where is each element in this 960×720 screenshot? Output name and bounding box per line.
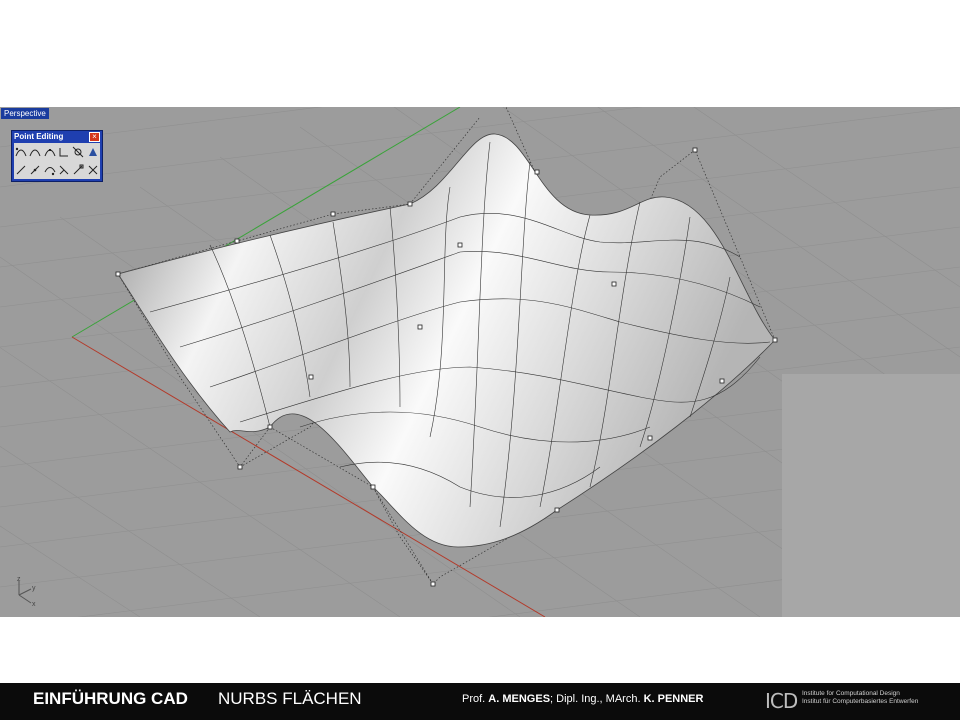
nurbs-surface: [117, 133, 776, 548]
logo-line-2: Institut für Computerbasiertes Entwerfen: [802, 698, 919, 705]
close-icon[interactable]: ×: [89, 132, 100, 142]
axis-y-label: y: [32, 585, 36, 592]
credits: Prof. A. MENGES; Dipl. Ing., MArch. K. P…: [462, 693, 703, 705]
icd-logo: ICD Institute for Computational Design I…: [765, 687, 955, 715]
smooth-icon[interactable]: [14, 161, 28, 179]
viewport-label[interactable]: Perspective: [1, 108, 49, 119]
logo-mark: ICD: [765, 689, 798, 713]
logo-line-1: Institute for Computational Design: [802, 690, 900, 697]
course-title: EINFÜHRUNG CAD: [33, 689, 188, 708]
handlebar-icon[interactable]: [71, 143, 85, 161]
remove-knot-icon[interactable]: [57, 143, 71, 161]
viewport-side-panel: [782, 374, 960, 617]
credits-name-1: A. MENGES: [488, 693, 551, 705]
axis-z-label: z: [17, 577, 21, 583]
show-edit-points-icon[interactable]: [86, 161, 100, 179]
slide-footer: EINFÜHRUNG CAD NURBS FLÄCHEN Prof. A. ME…: [0, 683, 960, 720]
credits-mid: ; Dipl. Ing., MArch.: [550, 693, 644, 705]
edit-weight-icon[interactable]: [86, 143, 100, 161]
toolbar-buttons: [14, 143, 100, 179]
perspective-viewport[interactable]: Perspective Point Editing × z y x: [0, 107, 960, 617]
toolbar-title: Point Editing: [14, 132, 64, 141]
credits-prefix: Prof.: [462, 693, 489, 705]
insert-knot-icon[interactable]: [43, 143, 57, 161]
point-editing-toolbar[interactable]: Point Editing ×: [11, 130, 103, 182]
lecture-topic: NURBS FLÄCHEN: [218, 689, 362, 708]
logo-text: Institute for Computational Design Insti…: [802, 690, 918, 706]
world-axes-icon: z y x: [17, 577, 36, 608]
insert-point-icon[interactable]: [43, 161, 57, 179]
move-uvn-icon[interactable]: [28, 161, 42, 179]
remove-point-icon[interactable]: [57, 161, 71, 179]
points-off-icon[interactable]: [28, 143, 42, 161]
soft-edit-icon[interactable]: [71, 161, 85, 179]
credits-name-2: K. PENNER: [643, 693, 704, 705]
axis-x-label: x: [32, 601, 36, 608]
points-on-icon[interactable]: [14, 143, 28, 161]
